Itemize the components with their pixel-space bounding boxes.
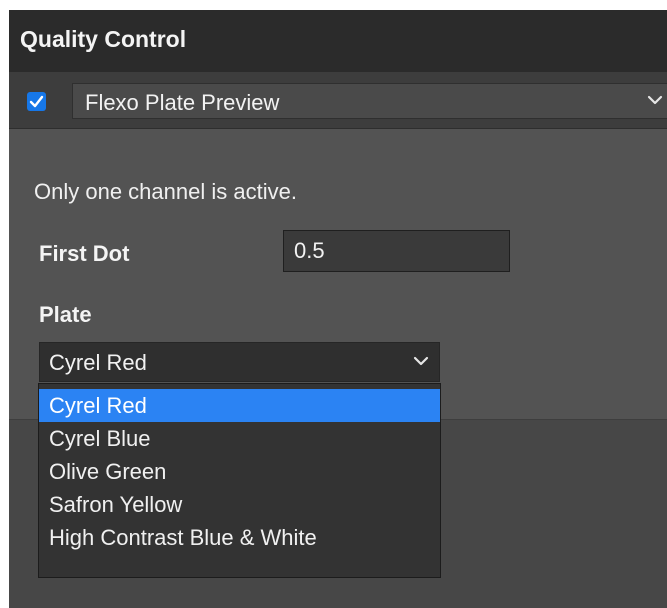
plate-option-olive-green[interactable]: Olive Green [39,455,440,488]
preview-mode-select[interactable]: Flexo Plate Preview [72,83,667,119]
panel-title: Quality Control [20,26,187,52]
plate-dropdown-list: Cyrel Red Cyrel Blue Olive Green Safron … [38,383,441,578]
checkmark-icon [29,95,44,108]
plate-select-value: Cyrel Red [49,350,147,375]
plate-option-cyrel-blue[interactable]: Cyrel Blue [39,422,440,455]
quality-control-panel: Quality Control Flexo Plate Preview Only… [9,10,667,608]
first-dot-input[interactable]: 0.5 [283,230,510,272]
channel-info-text: Only one channel is active. [34,179,297,204]
plate-option-cyrel-red[interactable]: Cyrel Red [39,389,440,422]
plate-option-safron-yellow[interactable]: Safron Yellow [39,488,440,521]
preview-mode-value: Flexo Plate Preview [85,90,280,115]
chevron-down-icon [413,356,429,366]
plate-option-high-contrast[interactable]: High Contrast Blue & White [39,521,440,554]
panel-header: Quality Control [9,10,667,72]
enable-checkbox[interactable] [27,92,46,111]
first-dot-label: First Dot [39,241,130,266]
plate-select[interactable]: Cyrel Red [39,342,440,382]
mode-row: Flexo Plate Preview [9,72,667,129]
chevron-down-icon [647,95,663,105]
plate-label: Plate [39,302,92,327]
